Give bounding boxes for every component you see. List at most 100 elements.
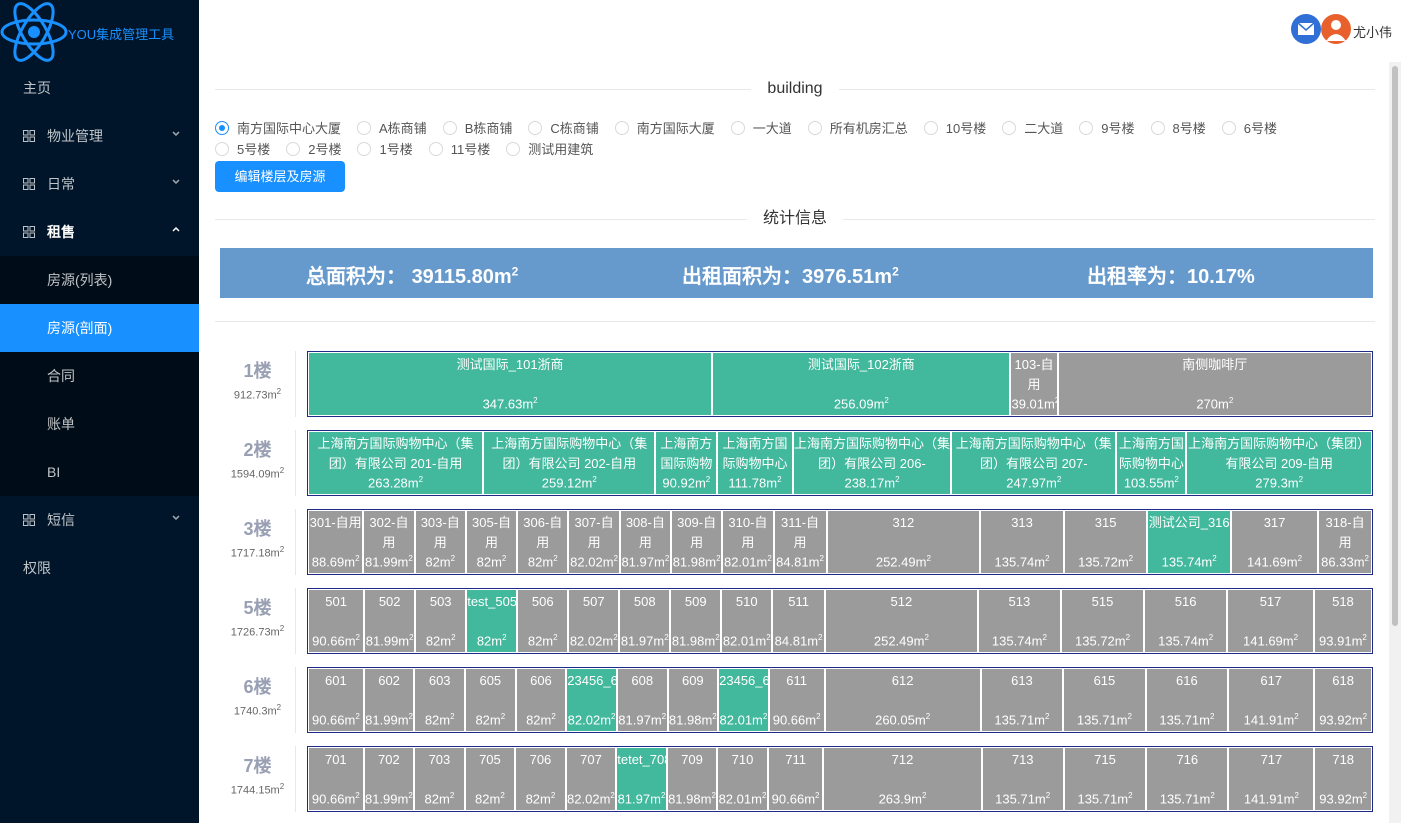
room-cell[interactable]: 517 141.69m2 bbox=[1228, 590, 1315, 652]
room-cell[interactable]: 312 252.49m2 bbox=[827, 511, 982, 573]
room-cell[interactable]: 501 90.66m2 bbox=[309, 590, 366, 652]
radio-circle-icon[interactable] bbox=[730, 121, 745, 135]
room-cell[interactable]: 307-自用 82.02m2 bbox=[569, 511, 621, 573]
room-cell[interactable]: 315 135.72m2 bbox=[1064, 511, 1149, 573]
radio-circle-icon[interactable] bbox=[1150, 121, 1165, 135]
room-cell[interactable]: 上海南方国际购物中心 90.92m2 bbox=[656, 432, 719, 494]
radio-circle-icon[interactable] bbox=[807, 121, 822, 135]
building-radio[interactable]: 一大道 bbox=[730, 118, 792, 139]
sidebar-item-0[interactable]: 主页 bbox=[0, 64, 199, 112]
radio-circle-icon[interactable] bbox=[442, 121, 457, 135]
room-cell[interactable]: 502 81.99m2 bbox=[365, 590, 417, 652]
room-cell[interactable]: 509 81.98m2 bbox=[671, 590, 723, 652]
room-cell[interactable]: 703 82m2 bbox=[415, 748, 466, 810]
sidebar-item-2[interactable]: 日常 bbox=[0, 160, 199, 208]
room-cell[interactable]: 303-自用 82m2 bbox=[415, 511, 467, 573]
room-cell[interactable]: 717 141.91m2 bbox=[1229, 748, 1316, 810]
building-radio[interactable]: 1号楼 bbox=[357, 139, 413, 160]
room-cell[interactable]: 518 93.91m2 bbox=[1314, 590, 1372, 652]
room-cell[interactable]: tetet_708 81.97m2 bbox=[617, 748, 668, 810]
room-cell[interactable]: 103-自用 39.01m2 bbox=[1011, 353, 1059, 415]
room-cell[interactable]: 508 81.97m2 bbox=[620, 590, 672, 652]
room-cell[interactable]: 507 82.02m2 bbox=[569, 590, 621, 652]
room-cell[interactable]: 上海南方国际购物中心（集团）有限公司 209-自用 279.3m2 bbox=[1187, 432, 1371, 494]
room-cell[interactable]: 709 81.98m2 bbox=[667, 748, 719, 810]
building-radio[interactable]: 测试用建筑 bbox=[506, 139, 593, 160]
room-cell[interactable]: 601 90.66m2 bbox=[309, 669, 365, 731]
room-cell[interactable]: test_505 82m2 bbox=[467, 590, 519, 652]
radio-circle-icon[interactable] bbox=[215, 121, 229, 135]
building-radio[interactable]: 11号楼 bbox=[428, 139, 490, 160]
radio-circle-icon[interactable] bbox=[528, 121, 543, 135]
submenu-item-4[interactable]: BI bbox=[0, 448, 199, 496]
room-cell[interactable]: 710 82.01m2 bbox=[718, 748, 769, 810]
room-cell[interactable]: 测试公司_316 135.74m2 bbox=[1148, 511, 1232, 573]
room-cell[interactable]: 716 135.71m2 bbox=[1147, 748, 1230, 810]
radio-circle-icon[interactable] bbox=[357, 121, 372, 135]
room-cell[interactable]: 上海南方国际购物中心 111.78m2 bbox=[718, 432, 794, 494]
room-cell[interactable]: 605 82m2 bbox=[466, 669, 517, 731]
radio-circle-icon[interactable] bbox=[428, 142, 443, 156]
building-radio[interactable]: 8号楼 bbox=[1150, 118, 1206, 139]
building-radio[interactable]: 所有机房汇总 bbox=[807, 118, 908, 139]
room-cell[interactable]: 23456_607 82.02m2 bbox=[567, 669, 618, 731]
sidebar-item-4[interactable]: 短信 bbox=[0, 496, 199, 544]
room-cell[interactable]: 702 81.99m2 bbox=[364, 748, 416, 810]
room-cell[interactable]: 306-自用 82m2 bbox=[518, 511, 570, 573]
room-cell[interactable]: 305-自用 82m2 bbox=[466, 511, 519, 573]
room-cell[interactable]: 706 82m2 bbox=[516, 748, 567, 810]
building-radio[interactable]: 二大道 bbox=[1002, 118, 1063, 139]
building-radio[interactable]: 9号楼 bbox=[1079, 118, 1135, 139]
room-cell[interactable]: 705 82m2 bbox=[465, 748, 517, 810]
building-radio[interactable]: 南方国际大厦 bbox=[614, 118, 715, 139]
building-radio[interactable]: 2号楼 bbox=[286, 139, 341, 160]
room-cell[interactable]: 602 81.99m2 bbox=[364, 669, 416, 731]
room-cell[interactable]: 上海南方国际购物中心 103.55m2 bbox=[1117, 432, 1188, 494]
radio-circle-icon[interactable] bbox=[1221, 121, 1236, 135]
radio-circle-icon[interactable] bbox=[506, 142, 521, 156]
room-cell[interactable]: 317 141.69m2 bbox=[1231, 511, 1320, 573]
room-cell[interactable]: 618 93.92m2 bbox=[1315, 669, 1371, 731]
building-radio[interactable]: A栋商铺 bbox=[357, 118, 427, 139]
room-cell[interactable]: 516 135.74m2 bbox=[1145, 590, 1229, 652]
username[interactable]: 尤小伟 bbox=[1353, 22, 1392, 41]
sidebar-item-5[interactable]: 权限 bbox=[0, 544, 199, 592]
room-cell[interactable]: 617 141.91m2 bbox=[1229, 669, 1316, 731]
room-cell[interactable]: 302-自用 81.99m2 bbox=[364, 511, 416, 573]
room-cell[interactable]: 311-自用 84.81m2 bbox=[774, 511, 828, 573]
room-cell[interactable]: 711 90.66m2 bbox=[768, 748, 825, 810]
radio-circle-icon[interactable] bbox=[357, 142, 372, 156]
radio-circle-icon[interactable] bbox=[614, 121, 629, 135]
submenu-item-0[interactable]: 房源(列表) bbox=[0, 256, 199, 304]
room-cell[interactable]: 510 82.01m2 bbox=[722, 590, 774, 652]
mail-icon[interactable] bbox=[1291, 14, 1321, 44]
room-cell[interactable]: 512 252.49m2 bbox=[825, 590, 979, 652]
radio-circle-icon[interactable] bbox=[923, 121, 938, 135]
room-cell[interactable]: 308-自用 81.97m2 bbox=[620, 511, 672, 573]
room-cell[interactable]: 南侧咖啡厅 270m2 bbox=[1058, 353, 1371, 415]
logo[interactable]: YOU集成管理工具 bbox=[0, 0, 199, 64]
room-cell[interactable]: 615 135.71m2 bbox=[1064, 669, 1147, 731]
edit-floors-button[interactable]: 编辑楼层及房源 bbox=[215, 161, 345, 192]
room-cell[interactable]: 613 135.71m2 bbox=[981, 669, 1065, 731]
sidebar-item-3[interactable]: 租售 bbox=[0, 208, 199, 256]
room-cell[interactable]: 上海南方国际购物中心（集团）有限公司 206- 238.17m2 bbox=[793, 432, 953, 494]
room-cell[interactable]: 718 93.92m2 bbox=[1315, 748, 1371, 810]
radio-circle-icon[interactable] bbox=[286, 142, 301, 156]
room-cell[interactable]: 608 81.97m2 bbox=[617, 669, 669, 731]
room-cell[interactable]: 606 82m2 bbox=[516, 669, 568, 731]
building-radio[interactable]: B栋商铺 bbox=[442, 118, 512, 139]
room-cell[interactable]: 503 82m2 bbox=[416, 590, 468, 652]
radio-circle-icon[interactable] bbox=[1079, 121, 1094, 135]
building-radio[interactable]: 南方国际中心大厦 bbox=[215, 118, 341, 139]
room-cell[interactable]: 612 260.05m2 bbox=[825, 669, 982, 731]
room-cell[interactable]: 609 81.98m2 bbox=[668, 669, 720, 731]
room-cell[interactable]: 上海南方国际购物中心（集团）有限公司 202-自用 259.12m2 bbox=[484, 432, 657, 494]
room-cell[interactable]: 309-自用 81.98m2 bbox=[671, 511, 724, 573]
scrollbar[interactable] bbox=[1389, 62, 1401, 823]
room-cell[interactable]: 测试国际_102浙商 256.09m2 bbox=[713, 353, 1012, 415]
room-cell[interactable]: 515 135.72m2 bbox=[1061, 590, 1146, 652]
room-cell[interactable]: 301-自用 88.69m2 bbox=[309, 511, 365, 573]
room-cell[interactable]: 713 135.71m2 bbox=[982, 748, 1065, 810]
building-radio[interactable]: C栋商铺 bbox=[528, 118, 599, 139]
